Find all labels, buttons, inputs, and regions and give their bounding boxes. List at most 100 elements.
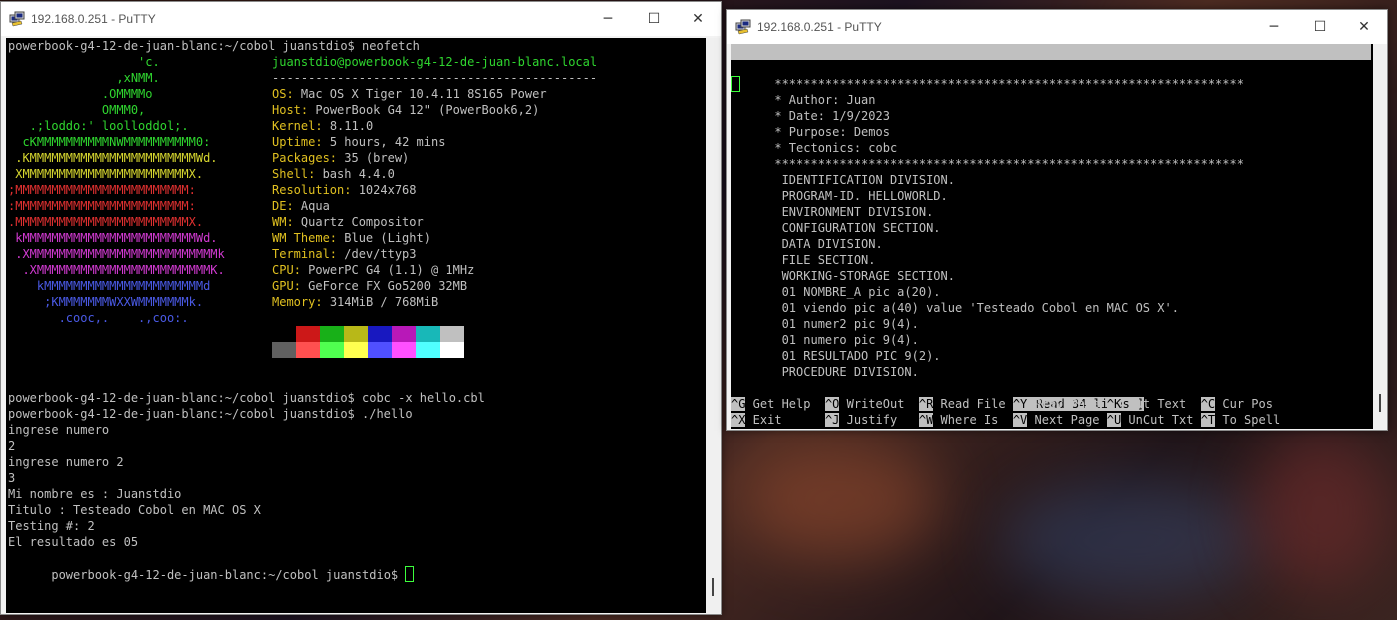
info-colon: : — [329, 231, 338, 245]
info-line: Uptime: 5 hours, 42 mins — [272, 134, 445, 150]
info-label: CPU — [272, 263, 294, 277]
scrollbar-thumb[interactable] — [712, 578, 714, 596]
info-value: 314MiB / 768MiB — [322, 295, 439, 309]
logo-line: .OMMMMo — [8, 87, 153, 101]
nano-header: GNU nano 1.2.4 File: hello.cbl — [731, 44, 1371, 91]
scrollbar[interactable] — [1373, 44, 1386, 429]
info-label: Memory — [272, 295, 316, 309]
maximize-button[interactable]: ☐ — [631, 2, 677, 36]
shortcut-label[interactable]: UnCut Txt — [1121, 413, 1200, 427]
minimize-button[interactable]: ─ — [1251, 10, 1297, 44]
info-separator: ----------------------------------------… — [272, 71, 598, 85]
info-label: WM — [272, 215, 287, 229]
nano-version: GNU nano 1.2.4 — [774, 61, 890, 75]
info-value: bash 4.4.0 — [315, 167, 395, 181]
info-colon: : — [315, 135, 323, 149]
code-line: * Purpose: Demos — [731, 125, 890, 139]
maximize-button[interactable]: ☐ — [1297, 10, 1343, 44]
info-colon: : — [329, 247, 338, 261]
scrollbar-thumb[interactable] — [1379, 394, 1381, 412]
info-colon: : — [293, 279, 301, 293]
text-cursor — [405, 566, 415, 582]
logo-line: .KMMMMMMMMMMMMMMMMMMMMMMMWd. — [8, 151, 218, 165]
shortcut-label[interactable]: Exit — [745, 413, 824, 427]
code-line: CONFIGURATION SECTION. — [731, 221, 941, 235]
shortcut-key[interactable]: ^W — [918, 413, 934, 427]
code-line: IDENTIFICATION DIVISION. — [731, 173, 955, 187]
shortcut-key[interactable]: ^V — [1012, 413, 1028, 427]
info-colon: : — [286, 199, 294, 213]
color-swatch — [272, 326, 296, 342]
shortcut-key[interactable]: ^C — [1200, 397, 1216, 411]
shortcut-key[interactable]: ^X — [731, 413, 746, 427]
code-line: PROCEDURE DIVISION. — [731, 365, 919, 379]
info-value: PowerBook G4 12" (PowerBook6,2) — [308, 103, 540, 117]
output-line: Titulo : Testeado Cobol en MAC OS X — [8, 503, 261, 517]
minimize-button[interactable]: ─ — [585, 2, 631, 36]
shortcut-label[interactable]: Where Is — [933, 413, 1012, 427]
output-line: ingrese numero 2 — [8, 455, 124, 469]
shortcut-key[interactable]: ^U — [1106, 413, 1122, 427]
nano-editor[interactable]: GNU nano 1.2.4 File: hello.cbl *********… — [731, 44, 1373, 429]
info-label: Kernel — [272, 119, 316, 133]
color-swatch — [392, 342, 416, 358]
info-line: Terminal: /dev/ttyp3 — [272, 246, 417, 262]
code-line: * Tectonics: cobc — [731, 141, 898, 155]
output-line: El resultado es 05 — [8, 535, 139, 549]
close-button[interactable]: ✕ — [675, 2, 721, 36]
shortcut-key[interactable]: ^K — [1106, 397, 1122, 411]
code-line: 01 numero pic 9(4). — [731, 333, 919, 347]
logo-line: ;MMMMMMMMMMMMMMMMMMMMMMMM: — [8, 183, 196, 197]
shortcut-label[interactable]: Prev Page — [1027, 397, 1106, 411]
title-bar[interactable]: 192.168.0.251 - PuTTY ─ ☐ ✕ — [1, 2, 721, 36]
info-label: Terminal — [272, 247, 330, 261]
shortcut-key[interactable]: ^R — [918, 397, 934, 411]
code-line: 01 RESULTADO PIC 9(2). — [731, 349, 941, 363]
shortcut-key[interactable]: ^J — [824, 413, 840, 427]
code-line: 01 numer2 pic 9(4). — [731, 317, 919, 331]
code-line: WORKING-STORAGE SECTION. — [731, 269, 955, 283]
info-value: 8.11.0 — [322, 119, 374, 133]
shortcut-key[interactable]: ^T — [1200, 413, 1216, 427]
info-value: GeForce FX Go5200 32MB — [300, 279, 468, 293]
shortcut-label[interactable]: To Spell — [1215, 413, 1280, 427]
shortcut-label[interactable]: Read File — [933, 397, 1012, 411]
prompt-line: powerbook-g4-12-de-juan-blanc:~/cobol ju… — [8, 39, 420, 53]
logo-line: kMMMMMMMMMMMMMMMMMMMMMMMMWd. — [8, 231, 218, 245]
putty-window-left[interactable]: 192.168.0.251 - PuTTY ─ ☐ ✕ powerbook-g4… — [0, 1, 722, 615]
output-line: 2 — [8, 439, 16, 453]
shortcut-label[interactable]: WriteOut — [839, 397, 918, 411]
info-colon: : — [315, 119, 323, 133]
info-label: Resolution — [272, 183, 345, 197]
logo-line: 'c. — [8, 55, 160, 69]
logo-line: OMMM0, — [8, 103, 146, 117]
shortcut-label[interactable]: Next Page — [1027, 413, 1106, 427]
final-prompt-line[interactable]: powerbook-g4-12-de-juan-blanc:~/cobol ju… — [8, 550, 415, 582]
info-label: DE — [272, 199, 287, 213]
color-swatch — [440, 326, 464, 342]
putty-window-right[interactable]: 192.168.0.251 - PuTTY ─ ☐ ✕ GNU nano 1.2… — [726, 9, 1388, 431]
shortcut-label[interactable]: Justify — [839, 413, 918, 427]
code-line: ****************************************… — [731, 77, 1244, 91]
shortcut-key[interactable]: ^Y — [1012, 397, 1028, 411]
shortcut-key[interactable]: ^O — [824, 397, 840, 411]
shortcut-label[interactable]: Get Help — [745, 397, 824, 411]
info-colon: : — [315, 295, 323, 309]
shortcut-label[interactable]: Cut Text — [1121, 397, 1200, 411]
info-value: /dev/ttyp3 — [337, 247, 417, 261]
info-label: WM Theme — [272, 231, 330, 245]
output-line: powerbook-g4-12-de-juan-blanc:~/cobol ju… — [8, 407, 413, 421]
title-bar[interactable]: 192.168.0.251 - PuTTY ─ ☐ ✕ — [727, 10, 1387, 44]
color-swatch — [416, 326, 440, 342]
color-swatch — [320, 326, 344, 342]
nano-status-wrap: [ Read 34 lines ] — [978, 380, 1145, 411]
terminal-area[interactable]: powerbook-g4-12-de-juan-blanc:~/cobol ju… — [6, 38, 706, 613]
info-line: Packages: 35 (brew) — [272, 150, 409, 166]
window-title: 192.168.0.251 - PuTTY — [31, 12, 156, 26]
shortcut-line: ^G Get Help ^O WriteOut ^R Read File ^Y … — [731, 396, 1273, 412]
shortcut-key[interactable]: ^G — [731, 397, 746, 411]
scrollbar[interactable] — [706, 38, 720, 613]
close-button[interactable]: ✕ — [1341, 10, 1387, 44]
info-line: DE: Aqua — [272, 198, 330, 214]
shortcut-label[interactable]: Cur Pos — [1215, 397, 1273, 411]
